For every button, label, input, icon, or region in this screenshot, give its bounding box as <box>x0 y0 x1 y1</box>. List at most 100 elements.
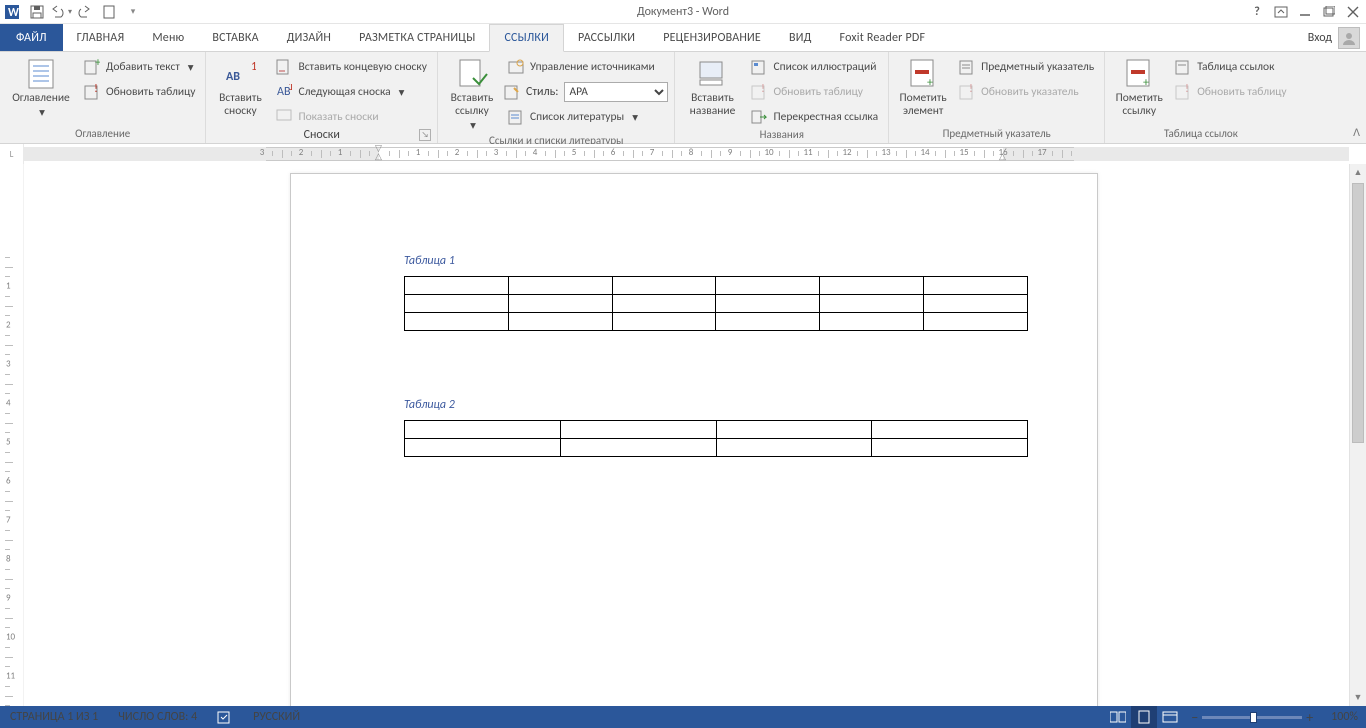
tab-вид[interactable]: ВИД <box>775 24 826 51</box>
cross-reference-button[interactable]: Перекрестная ссылка <box>747 106 882 128</box>
list-of-figures-button[interactable]: Список иллюстраций <box>747 56 882 78</box>
mark-citation-icon: + <box>1123 58 1155 90</box>
show-notes-button[interactable]: Показать сноски <box>272 106 431 128</box>
update-figures-button[interactable]: !Обновить таблицу <box>747 81 882 103</box>
zoom-slider[interactable] <box>1202 716 1302 719</box>
table-cell[interactable] <box>820 313 924 331</box>
table-cell[interactable] <box>405 421 561 439</box>
update-figures-icon: ! <box>751 84 767 100</box>
zoom-control[interactable]: − + 100% <box>1183 709 1366 726</box>
help-icon[interactable]: ? <box>1246 1 1268 23</box>
view-web-icon[interactable] <box>1157 706 1183 728</box>
table-cell[interactable] <box>612 277 716 295</box>
table2[interactable] <box>404 420 1028 457</box>
update-index-button[interactable]: !Обновить указатель <box>955 81 1098 103</box>
sign-in[interactable]: Вход <box>1308 24 1366 51</box>
footnotes-dialog-launcher[interactable]: ↘ <box>419 129 431 141</box>
insert-toa-button[interactable]: Таблица ссылок <box>1171 56 1290 78</box>
tab-рассылки[interactable]: РАССЫЛКИ <box>564 24 649 51</box>
bibliography-button[interactable]: Список литературы▾ <box>504 106 669 128</box>
footnote-icon: AB1 <box>224 58 256 90</box>
status-page[interactable]: СТРАНИЦА 1 ИЗ 1 <box>0 706 108 728</box>
table-cell[interactable] <box>405 295 509 313</box>
tab-рецензирование[interactable]: РЕЦЕНЗИРОВАНИЕ <box>649 24 775 51</box>
table-cell[interactable] <box>508 295 612 313</box>
table1[interactable] <box>404 276 1028 331</box>
mark-entry-button[interactable]: + Пометить элемент <box>895 54 951 118</box>
scroll-thumb[interactable] <box>1352 183 1364 443</box>
ribbon-tabs: ФАЙЛ ГЛАВНАЯМенюВСТАВКАДИЗАЙНРАЗМЕТКА СТ… <box>0 24 1366 52</box>
tab-главная[interactable]: ГЛАВНАЯ <box>63 24 139 51</box>
next-footnote-button[interactable]: AB1Следующая сноска▾ <box>272 81 431 103</box>
ruler-corner[interactable]: L <box>0 144 24 164</box>
table-cell[interactable] <box>820 295 924 313</box>
scroll-track[interactable] <box>1350 181 1366 689</box>
mark-citation-button[interactable]: + Пометить ссылку <box>1111 54 1167 118</box>
zoom-in-icon[interactable]: + <box>1306 709 1313 726</box>
scroll-down-icon[interactable]: ▼ <box>1350 689 1366 706</box>
citation-style-row: Стиль: APA <box>504 81 669 103</box>
status-language[interactable]: РУССКИЙ <box>243 706 310 728</box>
insert-footnote-button[interactable]: AB1 Вставить сноску <box>212 54 268 118</box>
table-cell[interactable] <box>612 313 716 331</box>
tab-foxit-reader-pdf[interactable]: Foxit Reader PDF <box>826 24 940 51</box>
group-label-captions: Названия <box>681 128 882 143</box>
minimize-icon[interactable] <box>1294 1 1316 23</box>
group-captions: Вставить название Список иллюстраций !Об… <box>675 52 889 143</box>
table-cell[interactable] <box>612 295 716 313</box>
table-cell[interactable] <box>405 277 509 295</box>
maximize-icon[interactable] <box>1318 1 1340 23</box>
group-toc: Оглавление▾ +Добавить текст▾ !Обновить т… <box>0 52 206 143</box>
zoom-knob[interactable] <box>1250 712 1257 723</box>
table-cell[interactable] <box>924 277 1028 295</box>
tab-вставка[interactable]: ВСТАВКА <box>198 24 272 51</box>
zoom-value[interactable]: 100% <box>1331 710 1358 724</box>
table-cell[interactable] <box>716 439 872 457</box>
insert-endnote-button[interactable]: Вставить концевую сноску <box>272 56 431 78</box>
table-cell[interactable] <box>405 439 561 457</box>
manage-sources-button[interactable]: Управление источниками <box>504 56 669 78</box>
style-select[interactable]: APA <box>564 82 668 102</box>
horizontal-ruler[interactable]: 3211234567891011121314151617▽△△ <box>24 144 1349 164</box>
table-cell[interactable] <box>872 421 1028 439</box>
collapse-ribbon-icon[interactable]: ᐱ <box>1353 126 1360 139</box>
tab-дизайн[interactable]: ДИЗАЙН <box>273 24 345 51</box>
update-toa-button[interactable]: !Обновить таблицу <box>1171 81 1290 103</box>
ribbon-display-icon[interactable] <box>1270 1 1292 23</box>
table-cell[interactable] <box>820 277 924 295</box>
insert-citation-button[interactable]: Вставить ссылку▾ <box>444 54 500 134</box>
insert-caption-button[interactable]: Вставить название <box>681 54 743 118</box>
toc-button[interactable]: Оглавление▾ <box>6 54 76 120</box>
table-cell[interactable] <box>716 421 872 439</box>
status-proofing[interactable] <box>207 706 243 728</box>
table-cell[interactable] <box>716 313 820 331</box>
status-words[interactable]: ЧИСЛО СЛОВ: 4 <box>108 706 207 728</box>
table-cell[interactable] <box>405 313 509 331</box>
table-cell[interactable] <box>560 421 716 439</box>
scroll-up-icon[interactable]: ▲ <box>1350 164 1366 181</box>
table-cell[interactable] <box>716 277 820 295</box>
avatar-icon <box>1338 27 1360 49</box>
table-cell[interactable] <box>924 295 1028 313</box>
zoom-out-icon[interactable]: − <box>1191 709 1198 726</box>
table-cell[interactable] <box>560 439 716 457</box>
vertical-scrollbar[interactable]: ▲ ▼ <box>1349 164 1366 706</box>
update-toc-button[interactable]: !Обновить таблицу <box>80 81 199 103</box>
insert-index-button[interactable]: Предметный указатель <box>955 56 1098 78</box>
tab-ссылки[interactable]: ССЫЛКИ <box>489 24 564 52</box>
table-cell[interactable] <box>924 313 1028 331</box>
table-cell[interactable] <box>508 277 612 295</box>
tab-разметка-страницы[interactable]: РАЗМЕТКА СТРАНИЦЫ <box>345 24 489 51</box>
tab-file[interactable]: ФАЙЛ <box>0 24 63 51</box>
table-cell[interactable] <box>872 439 1028 457</box>
view-read-icon[interactable] <box>1105 706 1131 728</box>
document-canvas[interactable]: Таблица 1 Таблица 2 <box>24 164 1349 706</box>
vertical-ruler[interactable]: 12345678910111213 <box>0 164 24 706</box>
close-icon[interactable] <box>1342 1 1364 23</box>
add-text-button[interactable]: +Добавить текст▾ <box>80 56 199 78</box>
table-cell[interactable] <box>716 295 820 313</box>
table-cell[interactable] <box>508 313 612 331</box>
view-print-icon[interactable] <box>1131 706 1157 728</box>
tab-меню[interactable]: Меню <box>138 24 198 51</box>
title-bar: W ▾ ▾ Документ3 - Word ? <box>0 0 1366 24</box>
